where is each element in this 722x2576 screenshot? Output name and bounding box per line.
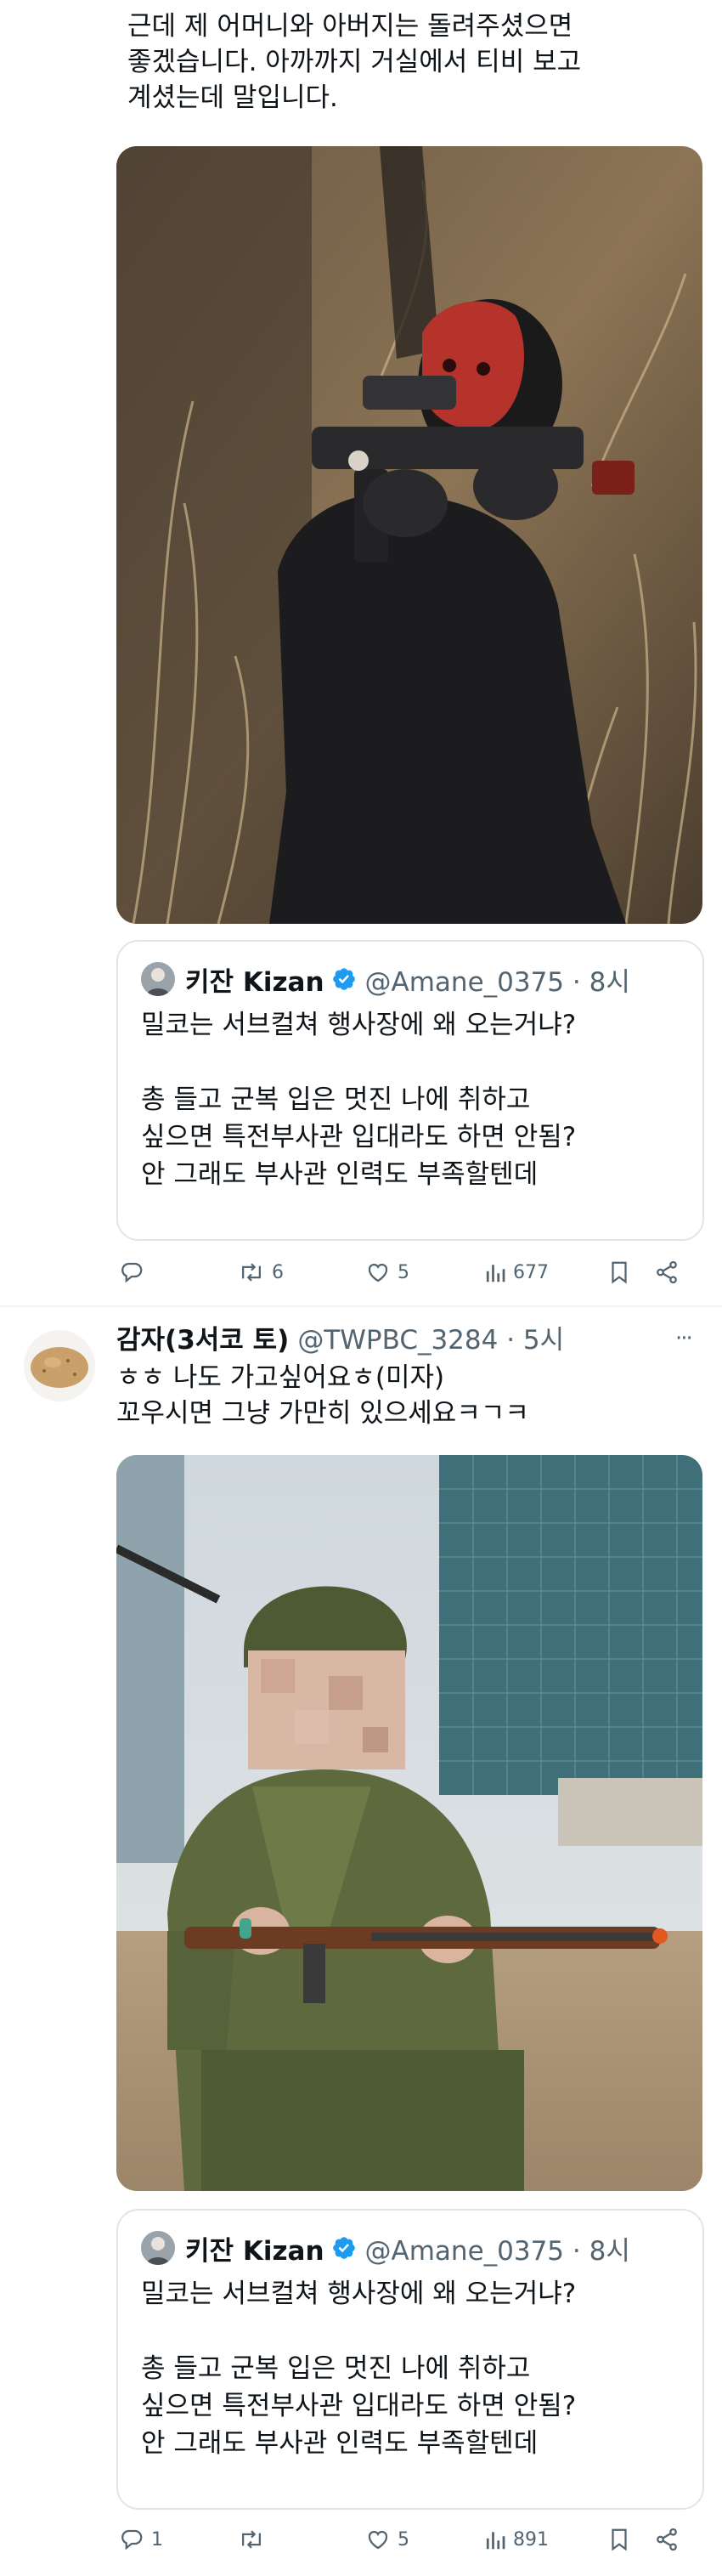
tweet1-action-bar: 6 5 677 (119, 1255, 697, 1289)
share-icon (657, 2528, 677, 2551)
like-button[interactable]: 5 (365, 1255, 409, 1289)
reply-button[interactable] (119, 1255, 151, 1289)
share-button[interactable] (654, 2522, 680, 2556)
repost-icon (242, 2530, 261, 2549)
tweet1-text-line: 근데 제 어머니와 아버지는 돌려주셨으면 (127, 11, 573, 42)
tweet1-quoted-tweet[interactable]: 키잔 Kizan @Amane_0375 · 8시 밀코는 서브컬쳐 행사장에 … (116, 940, 704, 1241)
tweet1-text: 근데 제 어머니와 아버지는 돌려주셨으면 좋겠습니다. 아까까지 거실에서 티… (127, 8, 581, 116)
quoted-author-handle[interactable]: @Amane_0375 · 8시 (365, 2229, 630, 2267)
share-button[interactable] (654, 1255, 680, 1289)
author-handle[interactable]: @TWPBC_3284 · 5시 (297, 1318, 564, 1356)
repost-count: 6 (272, 1261, 284, 1283)
more-icon[interactable]: ··· (675, 1326, 693, 1351)
views-count: 677 (513, 1261, 549, 1283)
like-icon (368, 1263, 388, 1282)
like-icon (368, 2530, 388, 2550)
quoted-author-handle[interactable]: @Amane_0375 · 8시 (365, 960, 630, 999)
tweet2-header: 감자(3서코 토) @TWPBC_3284 · 5시 (116, 1318, 564, 1356)
soldier-rifle-photo (116, 1455, 702, 2191)
soldier-red-mask-photo (116, 146, 702, 924)
bookmark-button[interactable] (607, 1255, 631, 1289)
tweet-divider (0, 1305, 722, 1307)
avatar (141, 962, 175, 996)
reply-button[interactable]: 1 (119, 2522, 163, 2556)
views-icon (486, 2532, 505, 2550)
like-count: 5 (398, 2528, 409, 2551)
tweet2-photo[interactable] (116, 1455, 702, 2191)
quoted-author-name: 키잔 Kizan (185, 2235, 324, 2267)
views-count: 891 (513, 2528, 549, 2551)
tweet1-photo[interactable] (116, 146, 702, 924)
quoted-tweet-header: 키잔 Kizan @Amane_0375 · 8시 (141, 960, 630, 999)
like-count: 5 (398, 1261, 409, 1283)
views-icon (486, 1265, 505, 1282)
repost-icon (242, 1263, 261, 1282)
bookmark-icon (612, 1261, 627, 1284)
author-name[interactable]: 감자(3서코 토) (116, 1318, 289, 1356)
verified-icon (331, 966, 357, 992)
avatar (141, 2231, 175, 2265)
tweet2-text-line: ㅎㅎ 나도 가고싶어요ㅎ(미자) (116, 1362, 445, 1393)
quoted-author-name: 키잔 Kizan (185, 966, 324, 998)
quoted-tweet-header: 키잔 Kizan @Amane_0375 · 8시 (141, 2229, 630, 2267)
verified-icon (331, 2235, 357, 2261)
repost-button[interactable]: 6 (238, 1255, 284, 1289)
views-button[interactable]: 891 (484, 2522, 549, 2556)
repost-button[interactable] (238, 2522, 272, 2556)
tweet2-quoted-tweet[interactable]: 키잔 Kizan @Amane_0375 · 8시 밀코는 서브컬쳐 행사장에 … (116, 2209, 704, 2510)
tweet2-text-line: 꼬우시면 그냥 가만히 있으세요ㅋㄱㅋ (116, 1398, 529, 1429)
reply-icon (121, 2529, 143, 2551)
quoted-tweet-body: 밀코는 서브컬쳐 행사장에 왜 오는거냐? 총 들고 군복 입은 멋진 나에 취… (141, 1010, 577, 1190)
tweet2-text: ㅎㅎ 나도 가고싶어요ㅎ(미자) 꼬우시면 그냥 가만히 있으세요ㅋㄱㅋ (116, 1360, 529, 1431)
quoted-tweet-body: 밀코는 서브컬쳐 행사장에 왜 오는거냐? 총 들고 군복 입은 멋진 나에 취… (141, 2279, 577, 2459)
bookmark-button[interactable] (607, 2522, 631, 2556)
tweet1-text-line: 좋겠습니다. 아까까지 거실에서 티비 보고 (127, 47, 582, 77)
views-button[interactable]: 677 (484, 1255, 549, 1289)
share-icon (657, 1260, 677, 1284)
reply-count: 1 (151, 2528, 163, 2551)
tweet2-action-bar: 1 5 891 (119, 2522, 697, 2556)
avatar[interactable] (24, 1330, 95, 1401)
tweet1-text-line: 계셨는데 말입니다. (127, 82, 338, 113)
reply-icon (121, 1262, 143, 1283)
bookmark-icon (612, 2528, 627, 2551)
like-button[interactable]: 5 (365, 2522, 409, 2556)
